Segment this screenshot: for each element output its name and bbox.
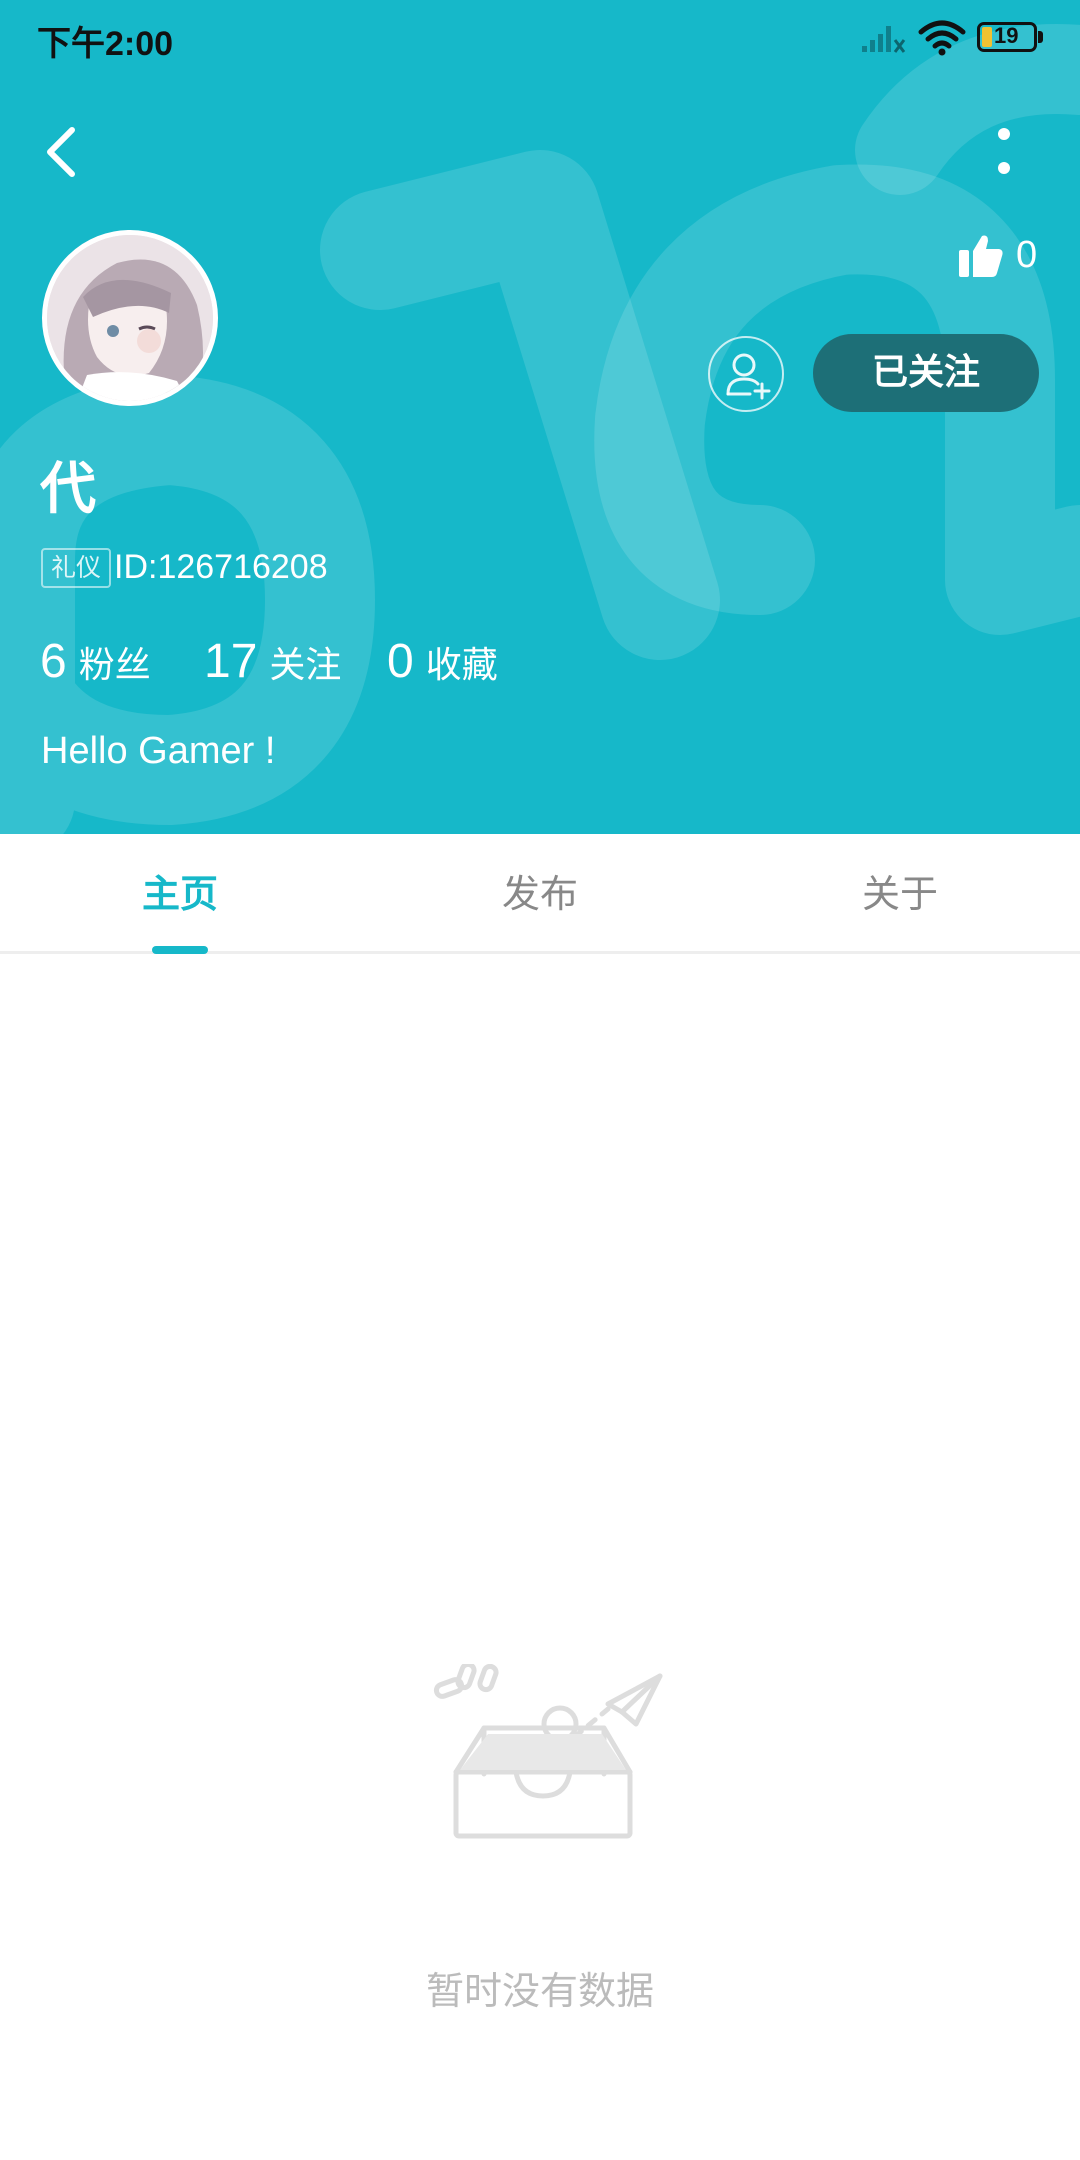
like-button[interactable]: 0 (958, 228, 1078, 286)
tab-posts[interactable]: 发布 (360, 834, 720, 954)
stat-fans[interactable]: 6 粉丝 (40, 634, 151, 689)
stat-favorites[interactable]: 0 收藏 (387, 634, 498, 689)
avatar[interactable] (42, 230, 218, 406)
battery-level: 19 (994, 23, 1019, 48)
signal-icon (862, 26, 906, 53)
stat-favorites-count: 0 (387, 635, 414, 688)
add-user-icon (726, 353, 771, 400)
profile-header: 下午2:00 19 0 已关注 代 礼仪 ID:126716208 6 粉丝 1… (0, 0, 1080, 834)
battery-icon: 19 (977, 22, 1037, 52)
thumbs-up-icon (959, 235, 1003, 277)
tab-about[interactable]: 关于 (720, 834, 1080, 954)
tab-active-indicator (152, 946, 208, 954)
username: 代 (40, 457, 96, 522)
battery-fill (982, 27, 992, 47)
tab-home[interactable]: 主页 (0, 834, 360, 954)
empty-inbox-paper-plane-icon (433, 1664, 663, 1839)
more-vertical-icon[interactable] (992, 126, 1016, 176)
status-time: 下午2:00 (37, 25, 174, 63)
watermark-logo (0, 24, 1080, 834)
user-tag-badge: 礼仪 (41, 548, 111, 588)
avatar-image (47, 235, 213, 401)
stat-following[interactable]: 17 关注 (204, 634, 341, 689)
follow-button[interactable]: 已关注 (813, 334, 1039, 412)
battery-cap (1038, 31, 1043, 43)
stat-following-label: 关注 (269, 645, 342, 686)
add-friend-button[interactable] (708, 336, 784, 412)
status-bar: 下午2:00 19 (0, 0, 1080, 76)
like-count: 0 (1016, 234, 1038, 276)
stat-following-count: 17 (204, 635, 258, 688)
tab-bar: 主页 发布 关于 (0, 834, 1080, 954)
empty-state-message: 暂时没有数据 (425, 1969, 654, 2013)
bio-text: Hello Gamer ! (41, 730, 276, 772)
stat-favorites-label: 收藏 (425, 645, 498, 686)
stat-fans-label: 粉丝 (78, 645, 151, 686)
user-id: ID:126716208 (114, 548, 328, 586)
wifi-icon (918, 20, 966, 56)
stat-fans-count: 6 (40, 635, 67, 688)
chevron-left-icon[interactable] (40, 124, 84, 180)
